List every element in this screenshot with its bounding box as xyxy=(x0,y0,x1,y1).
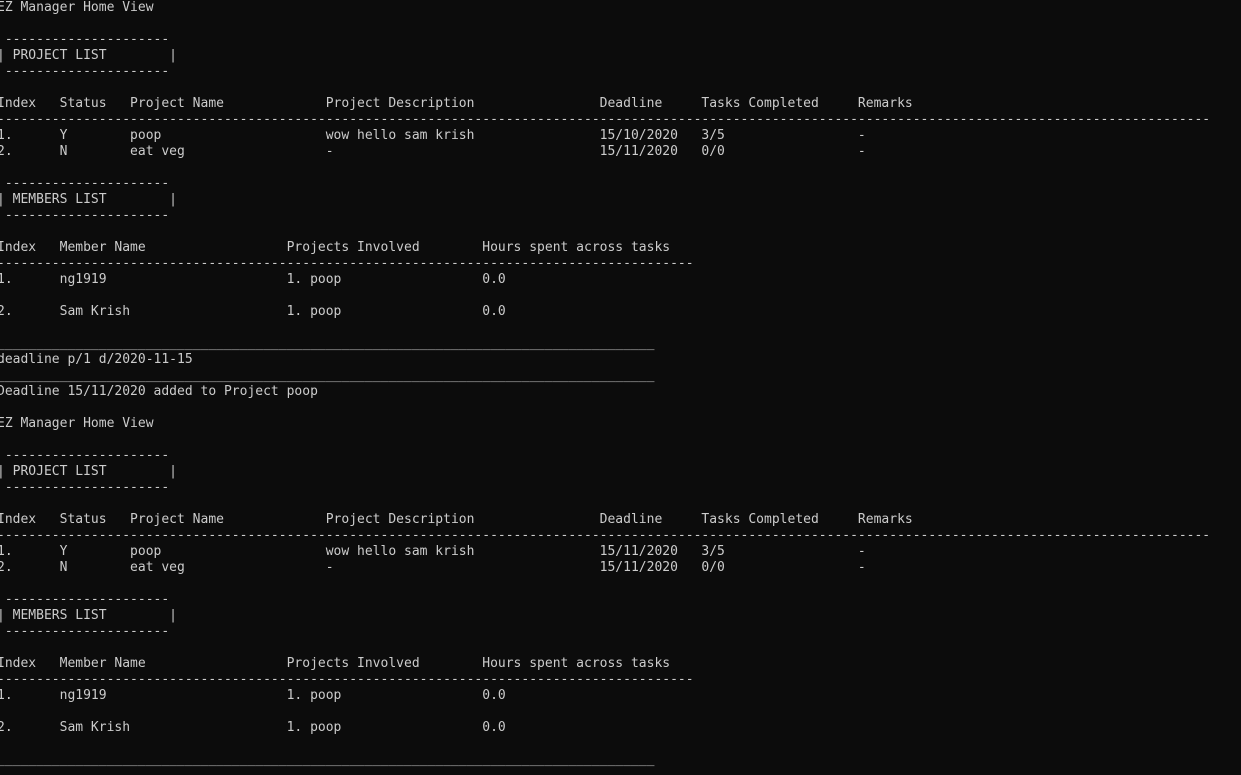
project-row-1: 1. Y poop wow hello sam krish 15/11/2020… xyxy=(0,544,866,559)
box-border-top: --------------------- xyxy=(0,32,170,47)
box-border-top: --------------------- xyxy=(0,176,170,191)
command-input-line[interactable]: deadline p/1 d/2020-11-15 xyxy=(0,352,1241,368)
member-row-2: 2. Sam Krish 1. poop 0.0 xyxy=(0,304,506,319)
project-row-2: 2. N eat veg - 15/11/2020 0/0 - xyxy=(0,144,866,159)
project-list-heading: | PROJECT LIST | xyxy=(0,464,178,479)
member-table-divider: ----------------------------------------… xyxy=(0,256,694,271)
box-border-bottom: --------------------- xyxy=(0,480,170,495)
members-list-heading: | MEMBERS LIST | xyxy=(0,608,178,623)
member-row-2: 2. Sam Krish 1. poop 0.0 xyxy=(0,720,506,735)
project-table-divider: ----------------------------------------… xyxy=(0,528,1211,543)
project-list-heading: | PROJECT LIST | xyxy=(0,48,178,63)
project-row-1: 1. Y poop wow hello sam krish 15/10/2020… xyxy=(0,128,866,143)
console-output[interactable]: EZ Manager Home View -------------------… xyxy=(0,0,1241,775)
box-border-top: --------------------- xyxy=(0,592,170,607)
member-table-divider: ----------------------------------------… xyxy=(0,672,694,687)
project-table-header: Index Status Project Name Project Descri… xyxy=(0,512,913,527)
box-border-bottom: --------------------- xyxy=(0,208,170,223)
members-list-heading: | MEMBERS LIST | xyxy=(0,192,178,207)
member-row-1: 1. ng1919 1. poop 0.0 xyxy=(0,272,506,287)
header-title: EZ Manager Home View xyxy=(0,416,154,431)
project-row-2: 2. N eat veg - 15/11/2020 0/0 - xyxy=(0,560,866,575)
separator-line: ________________________________________… xyxy=(0,752,655,767)
separator-line: ________________________________________… xyxy=(0,336,655,351)
member-table-header: Index Member Name Projects Involved Hour… xyxy=(0,240,671,255)
member-row-1: 1. ng1919 1. poop 0.0 xyxy=(0,688,506,703)
member-table-header: Index Member Name Projects Involved Hour… xyxy=(0,656,671,671)
box-border-top: --------------------- xyxy=(0,448,170,463)
command-response: Deadline 15/11/2020 added to Project poo… xyxy=(0,384,318,399)
header-title: EZ Manager Home View xyxy=(0,0,154,15)
box-border-bottom: --------------------- xyxy=(0,64,170,79)
box-border-bottom: --------------------- xyxy=(0,624,170,639)
separator-line: ________________________________________… xyxy=(0,368,655,383)
project-table-header: Index Status Project Name Project Descri… xyxy=(0,96,913,111)
project-table-divider: ----------------------------------------… xyxy=(0,112,1211,127)
